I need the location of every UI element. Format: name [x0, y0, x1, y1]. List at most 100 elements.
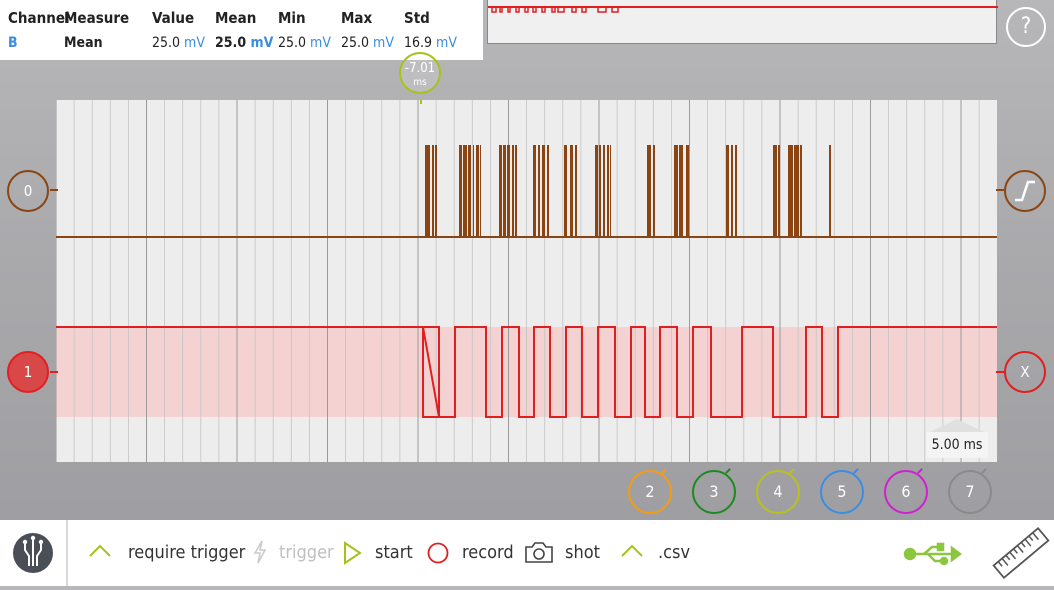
waveform-canvas[interactable] [56, 100, 997, 462]
digital-pulse [507, 145, 510, 237]
trigger-edge-button[interactable] [1004, 170, 1046, 212]
col-header-value: Value [152, 9, 195, 27]
channel-5-notch [853, 468, 859, 474]
measurement-table: Channel Measure Value Mean Min Max Std B… [0, 0, 483, 60]
bottom-toolbar: require trigger trigger start record sho… [0, 520, 1054, 586]
rising-edge-icon [1015, 180, 1035, 202]
channel-4-notch [789, 468, 795, 474]
value-unit: mV [184, 35, 205, 51]
channel-6-toggle[interactable]: 6 [884, 470, 928, 514]
digital-pulse [731, 145, 733, 237]
usb-icon[interactable] [902, 542, 962, 566]
record-button[interactable]: record [462, 520, 514, 586]
channel-2-toggle[interactable]: 2 [628, 470, 672, 514]
digital-pulse [595, 145, 598, 237]
channel-3-toggle[interactable]: 3 [692, 470, 736, 514]
col-header-mean: Mean [215, 9, 257, 27]
digital-pulse [800, 145, 802, 237]
x-tick [996, 371, 1004, 373]
toolbar-divider [66, 520, 68, 586]
col-header-std: Std [404, 9, 430, 27]
require-trigger-chevron-icon [89, 544, 111, 557]
digital-pulse [607, 145, 609, 237]
digital-pulse [468, 145, 471, 237]
digital-pulse [463, 145, 467, 237]
start-button[interactable]: start [375, 520, 413, 586]
play-icon [344, 541, 362, 565]
timebase-control[interactable]: 5.00 ms [926, 418, 988, 458]
mean-number: 25.0 [215, 35, 247, 51]
app-logo-button[interactable] [0, 520, 66, 586]
x-channel-button[interactable]: X [1004, 351, 1046, 393]
digital-pulse [829, 145, 831, 237]
std-number: 16.9 [404, 35, 433, 51]
channel-6-notch [917, 468, 923, 474]
digital-pulse [480, 145, 481, 237]
digital-pulse [435, 145, 437, 237]
digital-pulse [575, 145, 577, 237]
digital-pulse [674, 145, 678, 237]
channel-1-button[interactable]: 1 [7, 351, 49, 393]
overview-strip[interactable] [487, 0, 998, 44]
help-button[interactable]: ? [1006, 7, 1046, 47]
channel-cell[interactable]: B [8, 28, 18, 58]
digital-pulse [794, 145, 799, 237]
digital-pulse [512, 145, 514, 237]
min-unit: mV [310, 35, 331, 51]
trigger-button[interactable]: trigger [279, 520, 334, 586]
digital-pulse [773, 145, 777, 237]
record-icon [427, 542, 449, 564]
max-cell: 25.0 mV [341, 28, 394, 58]
ruler-button[interactable] [988, 520, 1054, 586]
timebase-up-icon [930, 419, 984, 432]
min-number: 25.0 [278, 35, 307, 51]
col-header-measure: Measure [64, 9, 130, 27]
channel-5-toggle[interactable]: 5 [820, 470, 864, 514]
value-cell: 25.0 mV [152, 28, 205, 58]
cursor-unit: ms [413, 77, 427, 88]
require-trigger-button[interactable]: require trigger [128, 520, 245, 586]
col-header-max: Max [341, 9, 373, 27]
mean-cell: 25.0 mV [215, 28, 273, 58]
digital-pulse [564, 145, 567, 237]
max-unit: mV [373, 35, 394, 51]
col-header-channel: Channel [8, 9, 70, 27]
digital-pulse [547, 145, 549, 237]
channel-3-notch [725, 468, 731, 474]
digital-pulse [599, 145, 601, 237]
cursor-value: -7.01 [404, 61, 436, 76]
ch1-tick [50, 371, 58, 373]
trigger-tick [996, 189, 1004, 191]
digital-pulse [533, 145, 536, 237]
digital-pulse [425, 145, 430, 237]
mean-unit: mV [250, 35, 274, 51]
digital-pulse [653, 145, 655, 237]
digital-pulse [473, 145, 474, 237]
channel-7-toggle[interactable]: 7 [948, 470, 992, 514]
camera-icon [525, 542, 553, 563]
value-number: 25.0 [152, 35, 181, 51]
csv-button[interactable]: .csv [658, 520, 690, 586]
channel-2-notch [661, 468, 667, 474]
timebase-label: 5.00 ms [926, 432, 988, 458]
measure-cell[interactable]: Mean [64, 28, 103, 58]
min-cell: 25.0 mV [278, 28, 331, 58]
app-logo-icon [13, 533, 53, 573]
time-cursor-marker[interactable]: -7.01 ms [399, 52, 441, 94]
ruler-icon [992, 526, 1050, 580]
digital-pulse [476, 145, 479, 237]
digital-pulse [538, 145, 540, 237]
plot-area[interactable] [56, 100, 997, 462]
digital-pulse [679, 145, 683, 237]
channel-4-toggle[interactable]: 4 [756, 470, 800, 514]
digital-pulse [778, 145, 780, 237]
ch0-tick [50, 189, 58, 191]
digital-pulse [788, 145, 793, 237]
channel-0-button[interactable]: 0 [7, 170, 49, 212]
digital-pulse [459, 145, 462, 237]
lightning-icon [253, 540, 267, 564]
shot-button[interactable]: shot [565, 520, 600, 586]
digital-pulse [610, 145, 611, 237]
digital-pulse [515, 145, 517, 237]
std-unit: mV [436, 35, 457, 51]
